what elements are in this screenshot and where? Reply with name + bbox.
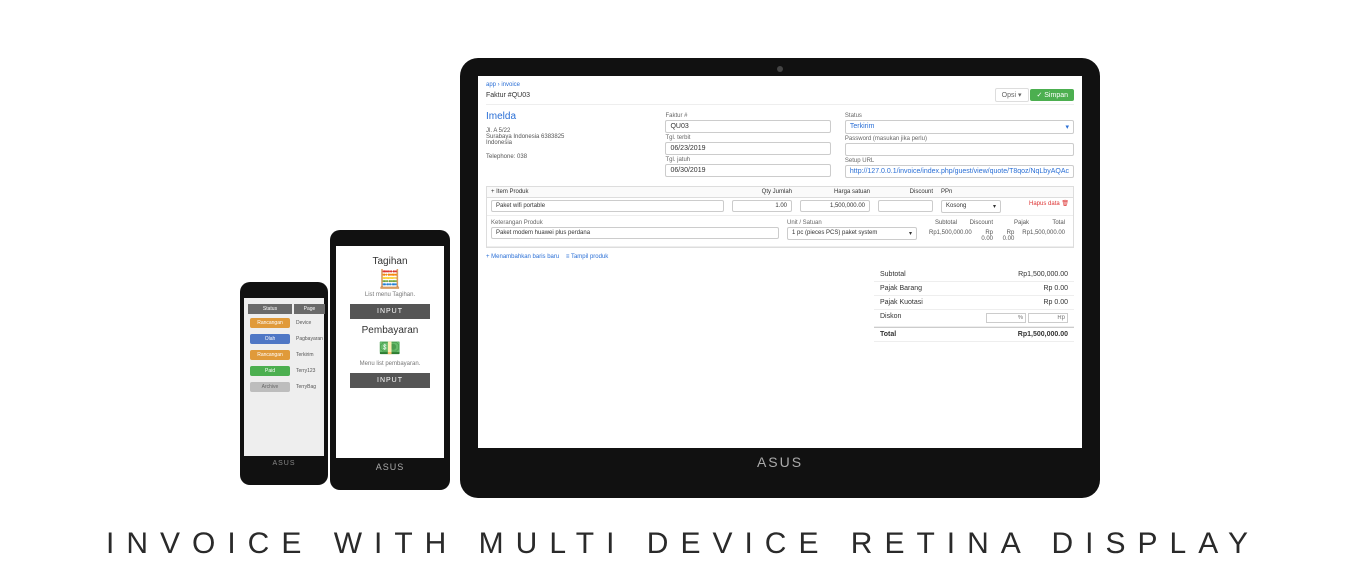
status-badge: Paid — [250, 366, 290, 376]
item-row: Paket wifi portable 1.00 1,500,000.00 Ko… — [487, 198, 1073, 216]
totals-block: Subtotal Rp1,500,000.00 Pajak Barang Rp 0.… — [874, 268, 1074, 342]
tot-total-label: Total — [880, 331, 896, 338]
phone-device: Status Page Rancangan Device Olah Pagbayar… — [240, 282, 328, 485]
money-icon: 💵 — [342, 338, 438, 359]
item-price-input[interactable]: 1,500,000.00 — [800, 200, 870, 212]
diskon-rp-input[interactable] — [1028, 313, 1068, 323]
page-cell: Pagbayaran — [294, 332, 325, 346]
page-cell: TerryBag — [294, 380, 325, 394]
setup-url-label: Setup URL — [845, 158, 1074, 164]
chevron-down-icon: ▾ — [993, 203, 996, 210]
tagihan-sub: List menu Tagihan. — [342, 292, 438, 298]
page-cell: Terry123 — [294, 364, 325, 378]
pembayaran-title: Pembayaran — [342, 325, 438, 336]
phone-value: 038 — [517, 154, 527, 160]
status-label: Status — [845, 113, 1074, 119]
pembayaran-sub: Menu list pembayaran. — [342, 361, 438, 367]
faktur-input[interactable]: QU03 — [665, 120, 830, 133]
status-badge: Rancangan — [250, 350, 290, 360]
col-qty: Qty Jumlah — [728, 187, 796, 197]
invoice-app: app › invoice Faktur #QU03 Opsi ▾ ✓ Simp… — [478, 76, 1082, 448]
desc-label: Keterangan Produk — [491, 220, 779, 226]
camera-dot — [777, 66, 783, 72]
password-label: Password (masukan jika perlu) — [845, 136, 1074, 142]
tot-total: Rp1,500,000.00 — [1018, 331, 1068, 338]
laptop-device: app › invoice Faktur #QU03 Opsi ▾ ✓ Simp… — [460, 58, 1100, 498]
tagihan-title: Tagihan — [342, 256, 438, 267]
tgl-jatuh-input[interactable]: 06/30/2019 — [665, 164, 830, 177]
add-row-button[interactable]: + Menambahkan baris baru — [486, 254, 559, 260]
status-badge: Rancangan — [250, 318, 290, 328]
sub-subtotal: Rp1,500,000.00 — [925, 228, 976, 244]
sub-subtotal-label: Subtotal — [935, 220, 957, 226]
col-discount: Discount — [874, 187, 937, 197]
tot-subtotal-label: Subtotal — [880, 271, 906, 278]
status-table: Status Page Rancangan Device Olah Pagbayar… — [246, 302, 327, 396]
phone-label: Telephone: — [486, 154, 515, 160]
item-desc-input[interactable]: Paket modem huawei plus perdana — [491, 227, 779, 239]
items-table: + Item Produk Qty Jumlah Harga satuan Di… — [486, 186, 1074, 248]
tgl-terbit-input[interactable]: 06/23/2019 — [665, 142, 830, 155]
unit-label: Unit / Satuan — [787, 220, 917, 226]
chevron-down-icon: ▾ — [1065, 123, 1069, 131]
calculator-icon: 🧮 — [342, 269, 438, 290]
chevron-down-icon: ▾ — [909, 230, 912, 237]
col-page: Page — [294, 304, 325, 314]
status-select[interactable]: Terkirim▾ — [845, 120, 1074, 134]
table-row[interactable]: Paid Terry123 — [248, 364, 325, 378]
sub-total: Rp1,500,000.00 — [1018, 228, 1069, 244]
status-badge: Archive — [250, 382, 290, 392]
table-row[interactable]: Rancangan Device — [248, 316, 325, 330]
item-unit-select[interactable]: 1 pc (pieces PCS) paket system▾ — [787, 227, 917, 240]
col-ppn: PPn — [937, 187, 1005, 197]
customer-name[interactable]: Imelda — [486, 111, 651, 122]
item-qty-input[interactable]: 1.00 — [732, 200, 792, 212]
sub-total-label: Total — [1052, 220, 1065, 226]
col-item: + Item Produk — [487, 187, 728, 197]
tot-diskon-label: Diskon — [880, 313, 901, 323]
asus-logo: ASUS — [336, 462, 444, 472]
item-disc-input[interactable] — [878, 200, 933, 212]
tot-pajak-barang-label: Pajak Barang — [880, 285, 922, 292]
tot-pajak-kuotasi: Rp 0.00 — [1043, 299, 1068, 306]
hero-caption: INVOICE WITH MULTI DEVICE RETINA DISPLAY — [0, 527, 1366, 561]
simpan-button[interactable]: ✓ Simpan — [1030, 89, 1074, 101]
customer-block: Imelda Jl. A 5/22 Surabaya Indonesia 638… — [486, 111, 651, 178]
tablet-device: Tagihan 🧮 List menu Tagihan. INPUT Pemba… — [330, 230, 450, 490]
sub-discount-label: Discount — [970, 220, 993, 226]
item-name-input[interactable]: Paket wifi portable — [491, 200, 724, 212]
asus-logo: ASUS — [244, 460, 324, 467]
tgl-terbit-label: Tgl. terbit — [665, 135, 830, 141]
sub-pajak: Rp 0.00 — [997, 228, 1018, 244]
password-input[interactable] — [845, 143, 1074, 156]
delete-row-button[interactable]: Hapus data 🗑 — [1005, 198, 1073, 215]
sub-discount: Rp 0.00 — [976, 228, 997, 244]
addr-country: Indonesia — [486, 140, 651, 146]
table-row[interactable]: Archive TerryBag — [248, 380, 325, 394]
page-title: Faktur #QU03 — [486, 92, 530, 99]
setup-url-input[interactable]: http://127.0.0.1/invoice/index.php/guest… — [845, 165, 1074, 178]
tgl-jatuh-label: Tgl. jatuh — [665, 157, 830, 163]
sub-pajak-label: Pajak — [1014, 220, 1029, 226]
table-row[interactable]: Rancangan Terkirim — [248, 348, 325, 362]
diskon-pct-input[interactable] — [986, 313, 1026, 323]
item-ppn-select[interactable]: Kosong▾ — [941, 200, 1001, 213]
table-row[interactable]: Olah Pagbayaran — [248, 332, 325, 346]
col-status: Status — [248, 304, 292, 314]
faktur-label: Faktur # — [665, 113, 830, 119]
tagihan-input-button[interactable]: INPUT — [350, 304, 430, 319]
pembayaran-input-button[interactable]: INPUT — [350, 373, 430, 388]
asus-logo: ASUS — [478, 454, 1082, 470]
status-badge: Olah — [250, 334, 290, 344]
col-price: Harga satuan — [796, 187, 874, 197]
tot-subtotal: Rp1,500,000.00 — [1018, 271, 1068, 278]
tot-pajak-barang: Rp 0.00 — [1043, 285, 1068, 292]
opsi-button[interactable]: Opsi ▾ — [995, 88, 1029, 102]
page-cell: Terkirim — [294, 348, 325, 362]
tot-pajak-kuotasi-label: Pajak Kuotasi — [880, 299, 923, 306]
page-cell: Device — [294, 316, 325, 330]
show-products-button[interactable]: ≡ Tampil produk — [566, 254, 608, 260]
